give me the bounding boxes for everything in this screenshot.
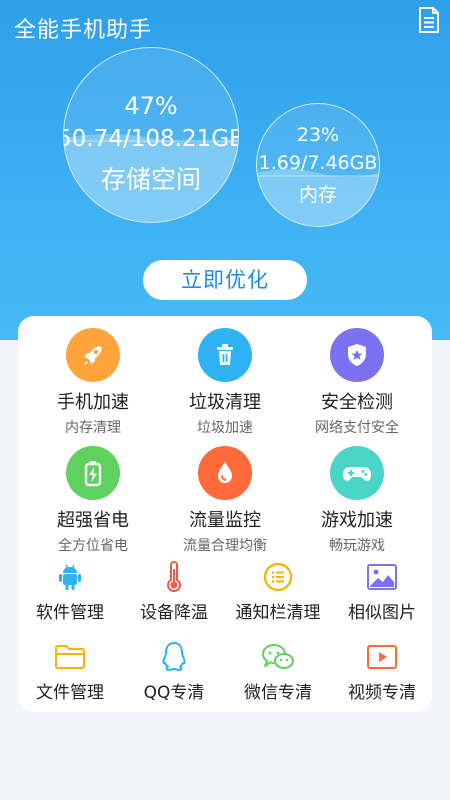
- storage-label: 存储空间: [100, 165, 201, 194]
- tool-notification-clean[interactable]: 通知栏清理: [226, 560, 330, 623]
- feature-name: 游戏加速: [321, 510, 393, 531]
- tool-app-manager[interactable]: 软件管理: [18, 560, 122, 623]
- tool-name: QQ专清: [143, 683, 205, 703]
- feature-name: 手机加速: [57, 392, 129, 413]
- video-icon: [330, 640, 434, 674]
- feature-sub: 内存清理: [65, 420, 121, 436]
- feature-name: 超强省电: [57, 510, 129, 531]
- header: 全能手机助手 47% 50.74/108.21GB 存储空间 23% 1.69/…: [0, 0, 450, 340]
- tool-file-manager[interactable]: 文件管理: [18, 640, 122, 703]
- feature-sub: 垃圾加速: [197, 420, 253, 436]
- feature-security-check[interactable]: 安全检测 网络支付安全: [288, 328, 426, 437]
- document-icon[interactable]: [416, 6, 442, 34]
- feature-name: 流量监控: [189, 510, 261, 531]
- tool-similar-images[interactable]: 相似图片: [330, 560, 434, 623]
- image-icon: [330, 560, 434, 594]
- tool-wechat-clean[interactable]: 微信专清: [226, 640, 330, 703]
- feature-sub: 网络支付安全: [315, 420, 399, 436]
- tool-video-clean[interactable]: 视频专清: [330, 640, 434, 703]
- feature-power-saving[interactable]: 超强省电 全方位省电: [24, 446, 162, 555]
- optimize-button[interactable]: 立即优化: [143, 260, 307, 300]
- app-title: 全能手机助手: [14, 18, 153, 43]
- memory-percent: 23%: [296, 124, 340, 146]
- feature-card: 手机加速 内存清理 垃圾清理 垃圾加速 安全检测 网络支付安全 超强省电 全方位…: [18, 316, 432, 712]
- battery-icon: [66, 446, 120, 500]
- feature-game-boost[interactable]: 游戏加速 畅玩游戏: [288, 446, 426, 555]
- rocket-icon: [66, 328, 120, 382]
- feature-sub: 流量合理均衡: [183, 538, 267, 554]
- memory-label: 内存: [298, 184, 337, 206]
- feature-name: 垃圾清理: [189, 392, 261, 413]
- trash-icon: [198, 328, 252, 382]
- android-icon: [18, 560, 122, 594]
- feature-name: 安全检测: [321, 392, 393, 413]
- memory-usage: 1.69/7.46GB: [258, 152, 378, 174]
- storage-gauge[interactable]: 47% 50.74/108.21GB 存储空间: [63, 47, 239, 223]
- feature-phone-boost[interactable]: 手机加速 内存清理: [24, 328, 162, 437]
- tool-device-cooling[interactable]: 设备降温: [122, 560, 226, 623]
- tool-name: 软件管理: [36, 603, 104, 623]
- storage-percent: 47%: [124, 92, 178, 120]
- feature-sub: 全方位省电: [58, 538, 128, 554]
- wechat-icon: [226, 640, 330, 674]
- qq-icon: [122, 640, 226, 674]
- tool-name: 微信专清: [244, 683, 312, 703]
- tool-name: 相似图片: [348, 603, 416, 623]
- tool-name: 通知栏清理: [235, 603, 321, 623]
- gamepad-icon: [330, 446, 384, 500]
- tool-name: 设备降温: [140, 603, 208, 623]
- feature-junk-clean[interactable]: 垃圾清理 垃圾加速: [156, 328, 294, 437]
- feature-sub: 畅玩游戏: [329, 538, 385, 554]
- tool-name: 文件管理: [36, 683, 104, 703]
- storage-usage: 50.74/108.21GB: [63, 126, 239, 152]
- tool-qq-clean[interactable]: QQ专清: [122, 640, 226, 703]
- list-icon: [226, 560, 330, 594]
- feature-data-monitor[interactable]: 流量监控 流量合理均衡: [156, 446, 294, 555]
- thermometer-icon: [122, 560, 226, 594]
- tool-name: 视频专清: [348, 683, 416, 703]
- folder-icon: [18, 640, 122, 674]
- drop-icon: [198, 446, 252, 500]
- memory-gauge[interactable]: 23% 1.69/7.46GB 内存: [256, 103, 380, 227]
- shield-icon: [330, 328, 384, 382]
